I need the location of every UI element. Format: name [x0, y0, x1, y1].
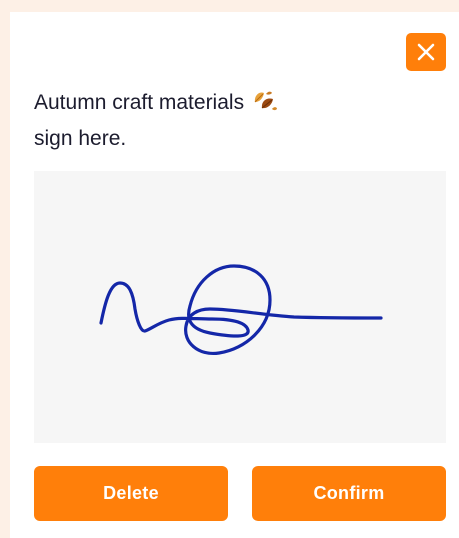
delete-button[interactable]: Delete [34, 466, 228, 521]
confirm-button[interactable]: Confirm [252, 466, 446, 521]
fallen-leaves-icon [252, 88, 278, 122]
signature-drawing [99, 264, 383, 355]
close-icon [417, 43, 435, 61]
signature-pad[interactable] [34, 171, 446, 443]
title-line-2: sign here. [34, 127, 127, 150]
title-text: Autumn craft materials [34, 91, 245, 114]
title-line-1: Autumn craft materials [34, 86, 414, 122]
dialog-title: Autumn craft materials sign here. [34, 86, 414, 155]
signature-dialog: Autumn craft materials sign here. Delete… [10, 12, 459, 538]
close-button[interactable] [406, 33, 446, 71]
